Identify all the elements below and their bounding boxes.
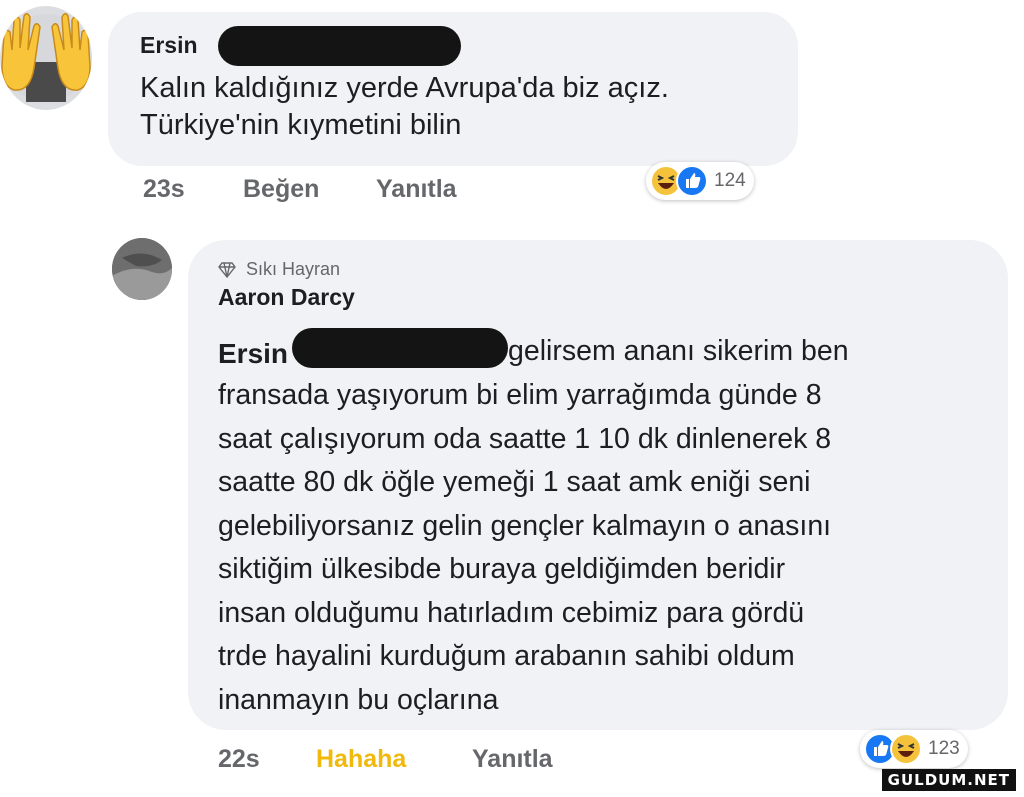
comment-bubble: Aaron Darcy Ersin gelirsem ananı sikerim… [188,240,1008,730]
like-button[interactable]: Beğen [243,175,319,204]
comment-bubble: Ersin Kalın kaldığınız yerde Avrupa'da b… [108,12,798,166]
avatar-photo [112,238,172,300]
comment-time[interactable]: 22s [218,745,260,774]
comment-time[interactable]: 23s [143,175,185,204]
mention-tag[interactable]: Ersin [218,338,288,370]
reaction-count: 123 [928,738,960,759]
haha-icon [890,733,922,765]
diamond-icon [218,261,236,278]
fan-badge: Sıkı Hayran [218,259,340,280]
redacted-name [292,328,508,368]
comment-text: Kalın kaldığınız yerde Avrupa'da biz açı… [140,72,669,141]
reply-button[interactable]: Yanıtla [376,175,457,204]
watermark: GULDUM.NET [881,769,1016,791]
reaction-summary[interactable]: 124 [646,162,754,200]
raised-hands-icon [1,9,91,102]
like-icon [676,165,708,197]
comment-text: fransada yaşıyorum bi elim yarrağımda gü… [218,379,832,716]
avatar[interactable] [112,238,172,300]
haha-reaction-button[interactable]: Hahaha [316,745,406,774]
reaction-summary[interactable]: 123 [860,730,968,768]
reaction-count: 124 [714,170,746,191]
fan-badge-label: Sıkı Hayran [246,259,341,279]
avatar[interactable] [0,6,92,110]
comment-text-first-line: gelirsem ananı sikerim ben [508,335,849,367]
reply-button[interactable]: Yanıtla [472,745,553,774]
comment-author[interactable]: Ersin [140,32,198,59]
redacted-name [218,26,461,66]
comment-author[interactable]: Aaron Darcy [218,284,355,311]
